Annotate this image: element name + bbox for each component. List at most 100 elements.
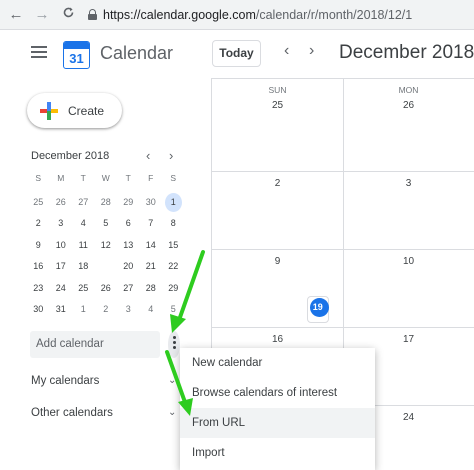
plus-icon bbox=[40, 101, 58, 120]
mini-day-selected[interactable]: 1 bbox=[162, 192, 185, 214]
mini-day[interactable]: 28 bbox=[140, 278, 163, 300]
url-host: https://calendar.google.com bbox=[103, 7, 256, 22]
mini-day[interactable]: 2 bbox=[95, 299, 118, 321]
day-number[interactable]: 3 bbox=[343, 178, 474, 189]
day-number[interactable]: 25 bbox=[212, 100, 343, 111]
add-calendar-input[interactable]: Add calendar bbox=[30, 331, 160, 358]
weekday-header: MON bbox=[398, 85, 419, 95]
next-month-button[interactable]: › bbox=[309, 42, 314, 60]
mini-day[interactable]: 24 bbox=[50, 278, 73, 300]
calendar-logo-icon: 31 bbox=[63, 41, 90, 69]
mini-day[interactable]: 26 bbox=[95, 278, 118, 300]
mini-day[interactable]: 6 bbox=[117, 213, 140, 235]
day-number[interactable]: 17 bbox=[343, 334, 474, 345]
mini-week-row: 2 3 4 5 6 7 8 bbox=[27, 213, 187, 235]
mini-day[interactable]: 13 bbox=[117, 235, 140, 257]
mini-weekday: S bbox=[170, 173, 177, 183]
day-number[interactable]: 10 bbox=[343, 256, 474, 267]
mini-day[interactable]: 4 bbox=[72, 213, 95, 235]
mini-day[interactable]: 4 bbox=[140, 299, 163, 321]
mini-day[interactable]: 10 bbox=[50, 235, 73, 257]
back-arrow-icon[interactable]: ← bbox=[6, 6, 26, 23]
reload-icon[interactable] bbox=[58, 6, 78, 23]
menu-item-from-url[interactable]: From URL bbox=[180, 408, 375, 438]
day-number[interactable]: 9 bbox=[212, 256, 343, 267]
day-number[interactable]: 2 bbox=[212, 178, 343, 189]
browser-toolbar: ← → https://calendar.google.com/calendar… bbox=[0, 0, 474, 30]
mini-day[interactable]: 30 bbox=[27, 299, 50, 321]
mini-day[interactable]: 2 bbox=[27, 213, 50, 235]
mini-day[interactable]: 26 bbox=[50, 192, 73, 214]
other-calendars-header[interactable]: Other calendars bbox=[31, 407, 113, 419]
create-label: Create bbox=[68, 103, 105, 118]
mini-day[interactable]: 9 bbox=[27, 235, 50, 257]
mini-day[interactable]: 29 bbox=[117, 192, 140, 214]
mini-weekday: S bbox=[35, 173, 42, 183]
day-number[interactable]: 26 bbox=[343, 100, 474, 111]
mini-day[interactable]: 28 bbox=[95, 192, 118, 214]
mini-week-row: 23 24 25 26 27 28 29 bbox=[27, 278, 187, 300]
chevron-down-icon[interactable]: ⌄ bbox=[168, 407, 176, 418]
mini-day[interactable]: 21 bbox=[140, 256, 163, 278]
more-options-icon[interactable] bbox=[168, 331, 180, 358]
previous-month-button[interactable]: ‹ bbox=[284, 42, 289, 60]
url-path: /calendar/r/month/2018/12/1 bbox=[255, 7, 413, 22]
grid-row-divider bbox=[212, 171, 474, 172]
logo-day: 31 bbox=[69, 51, 84, 66]
weekday-header: SUN bbox=[268, 85, 287, 95]
menu-item-new-calendar[interactable]: New calendar bbox=[180, 348, 375, 378]
current-month-title: December 2018 bbox=[339, 42, 474, 63]
add-calendar-menu: New calendar Browse calendars of interes… bbox=[180, 348, 375, 470]
mini-day[interactable]: 27 bbox=[117, 278, 140, 300]
mini-day[interactable]: 15 bbox=[162, 235, 185, 257]
mini-weekday: T bbox=[80, 173, 86, 183]
mini-day[interactable]: 16 bbox=[27, 256, 50, 278]
create-button[interactable]: Create bbox=[27, 93, 122, 128]
mini-day[interactable]: 18 bbox=[72, 256, 95, 278]
mini-day[interactable]: 22 bbox=[162, 256, 185, 278]
mini-weekday: T bbox=[125, 173, 131, 183]
mini-day[interactable]: 5 bbox=[162, 299, 185, 321]
mini-calendar-title: December 2018 bbox=[31, 150, 110, 162]
mini-day[interactable]: 3 bbox=[50, 213, 73, 235]
mini-day[interactable]: 20 bbox=[117, 256, 140, 278]
mini-day[interactable]: 3 bbox=[117, 299, 140, 321]
mini-previous-button[interactable]: ‹ bbox=[146, 148, 150, 163]
mini-weekday: M bbox=[57, 173, 65, 183]
forward-arrow-icon[interactable]: → bbox=[32, 6, 52, 23]
mini-day[interactable]: 5 bbox=[95, 213, 118, 235]
grid-row-divider bbox=[212, 249, 474, 250]
menu-item-import[interactable]: Import bbox=[180, 438, 375, 468]
mini-day[interactable]: 31 bbox=[50, 299, 73, 321]
my-calendars-header[interactable]: My calendars bbox=[31, 375, 99, 387]
mini-day[interactable]: 27 bbox=[72, 192, 95, 214]
app-title: Calendar bbox=[100, 43, 174, 63]
address-bar[interactable]: https://calendar.google.com/calendar/r/m… bbox=[103, 8, 412, 22]
mini-week-row: 30 31 1 2 3 4 5 bbox=[27, 299, 187, 321]
today-button[interactable]: Today bbox=[212, 40, 261, 67]
mini-day[interactable]: 25 bbox=[27, 192, 50, 214]
mini-day[interactable]: 14 bbox=[140, 235, 163, 257]
mini-day[interactable]: 25 bbox=[72, 278, 95, 300]
mini-calendar: S M T W T F S 25 26 27 28 29 30 1 2 3 4 … bbox=[27, 170, 329, 323]
mini-day[interactable]: 7 bbox=[140, 213, 163, 235]
mini-day[interactable]: 1 bbox=[72, 299, 95, 321]
chevron-down-icon[interactable]: ⌄ bbox=[168, 375, 176, 386]
mini-day[interactable]: 8 bbox=[162, 213, 185, 235]
mini-weekday: F bbox=[148, 173, 154, 183]
grid-row-divider bbox=[212, 327, 474, 328]
day-number[interactable]: 16 bbox=[212, 334, 343, 345]
mini-day[interactable]: 29 bbox=[162, 278, 185, 300]
mini-weekday-row: S M T W T F S bbox=[27, 170, 187, 192]
mini-day[interactable]: 17 bbox=[50, 256, 73, 278]
mini-day[interactable]: 30 bbox=[140, 192, 163, 214]
mini-week-row: 16 17 18 19 20 21 22 bbox=[27, 256, 329, 323]
lock-icon bbox=[88, 9, 97, 20]
mini-day[interactable]: 11 bbox=[72, 235, 95, 257]
menu-item-browse-calendars[interactable]: Browse calendars of interest bbox=[180, 378, 375, 408]
mini-day[interactable]: 23 bbox=[27, 278, 50, 300]
mini-day[interactable]: 12 bbox=[95, 235, 118, 257]
mini-next-button[interactable]: › bbox=[169, 148, 173, 163]
main-menu-icon[interactable] bbox=[31, 46, 47, 58]
mini-weekday: W bbox=[101, 173, 110, 183]
